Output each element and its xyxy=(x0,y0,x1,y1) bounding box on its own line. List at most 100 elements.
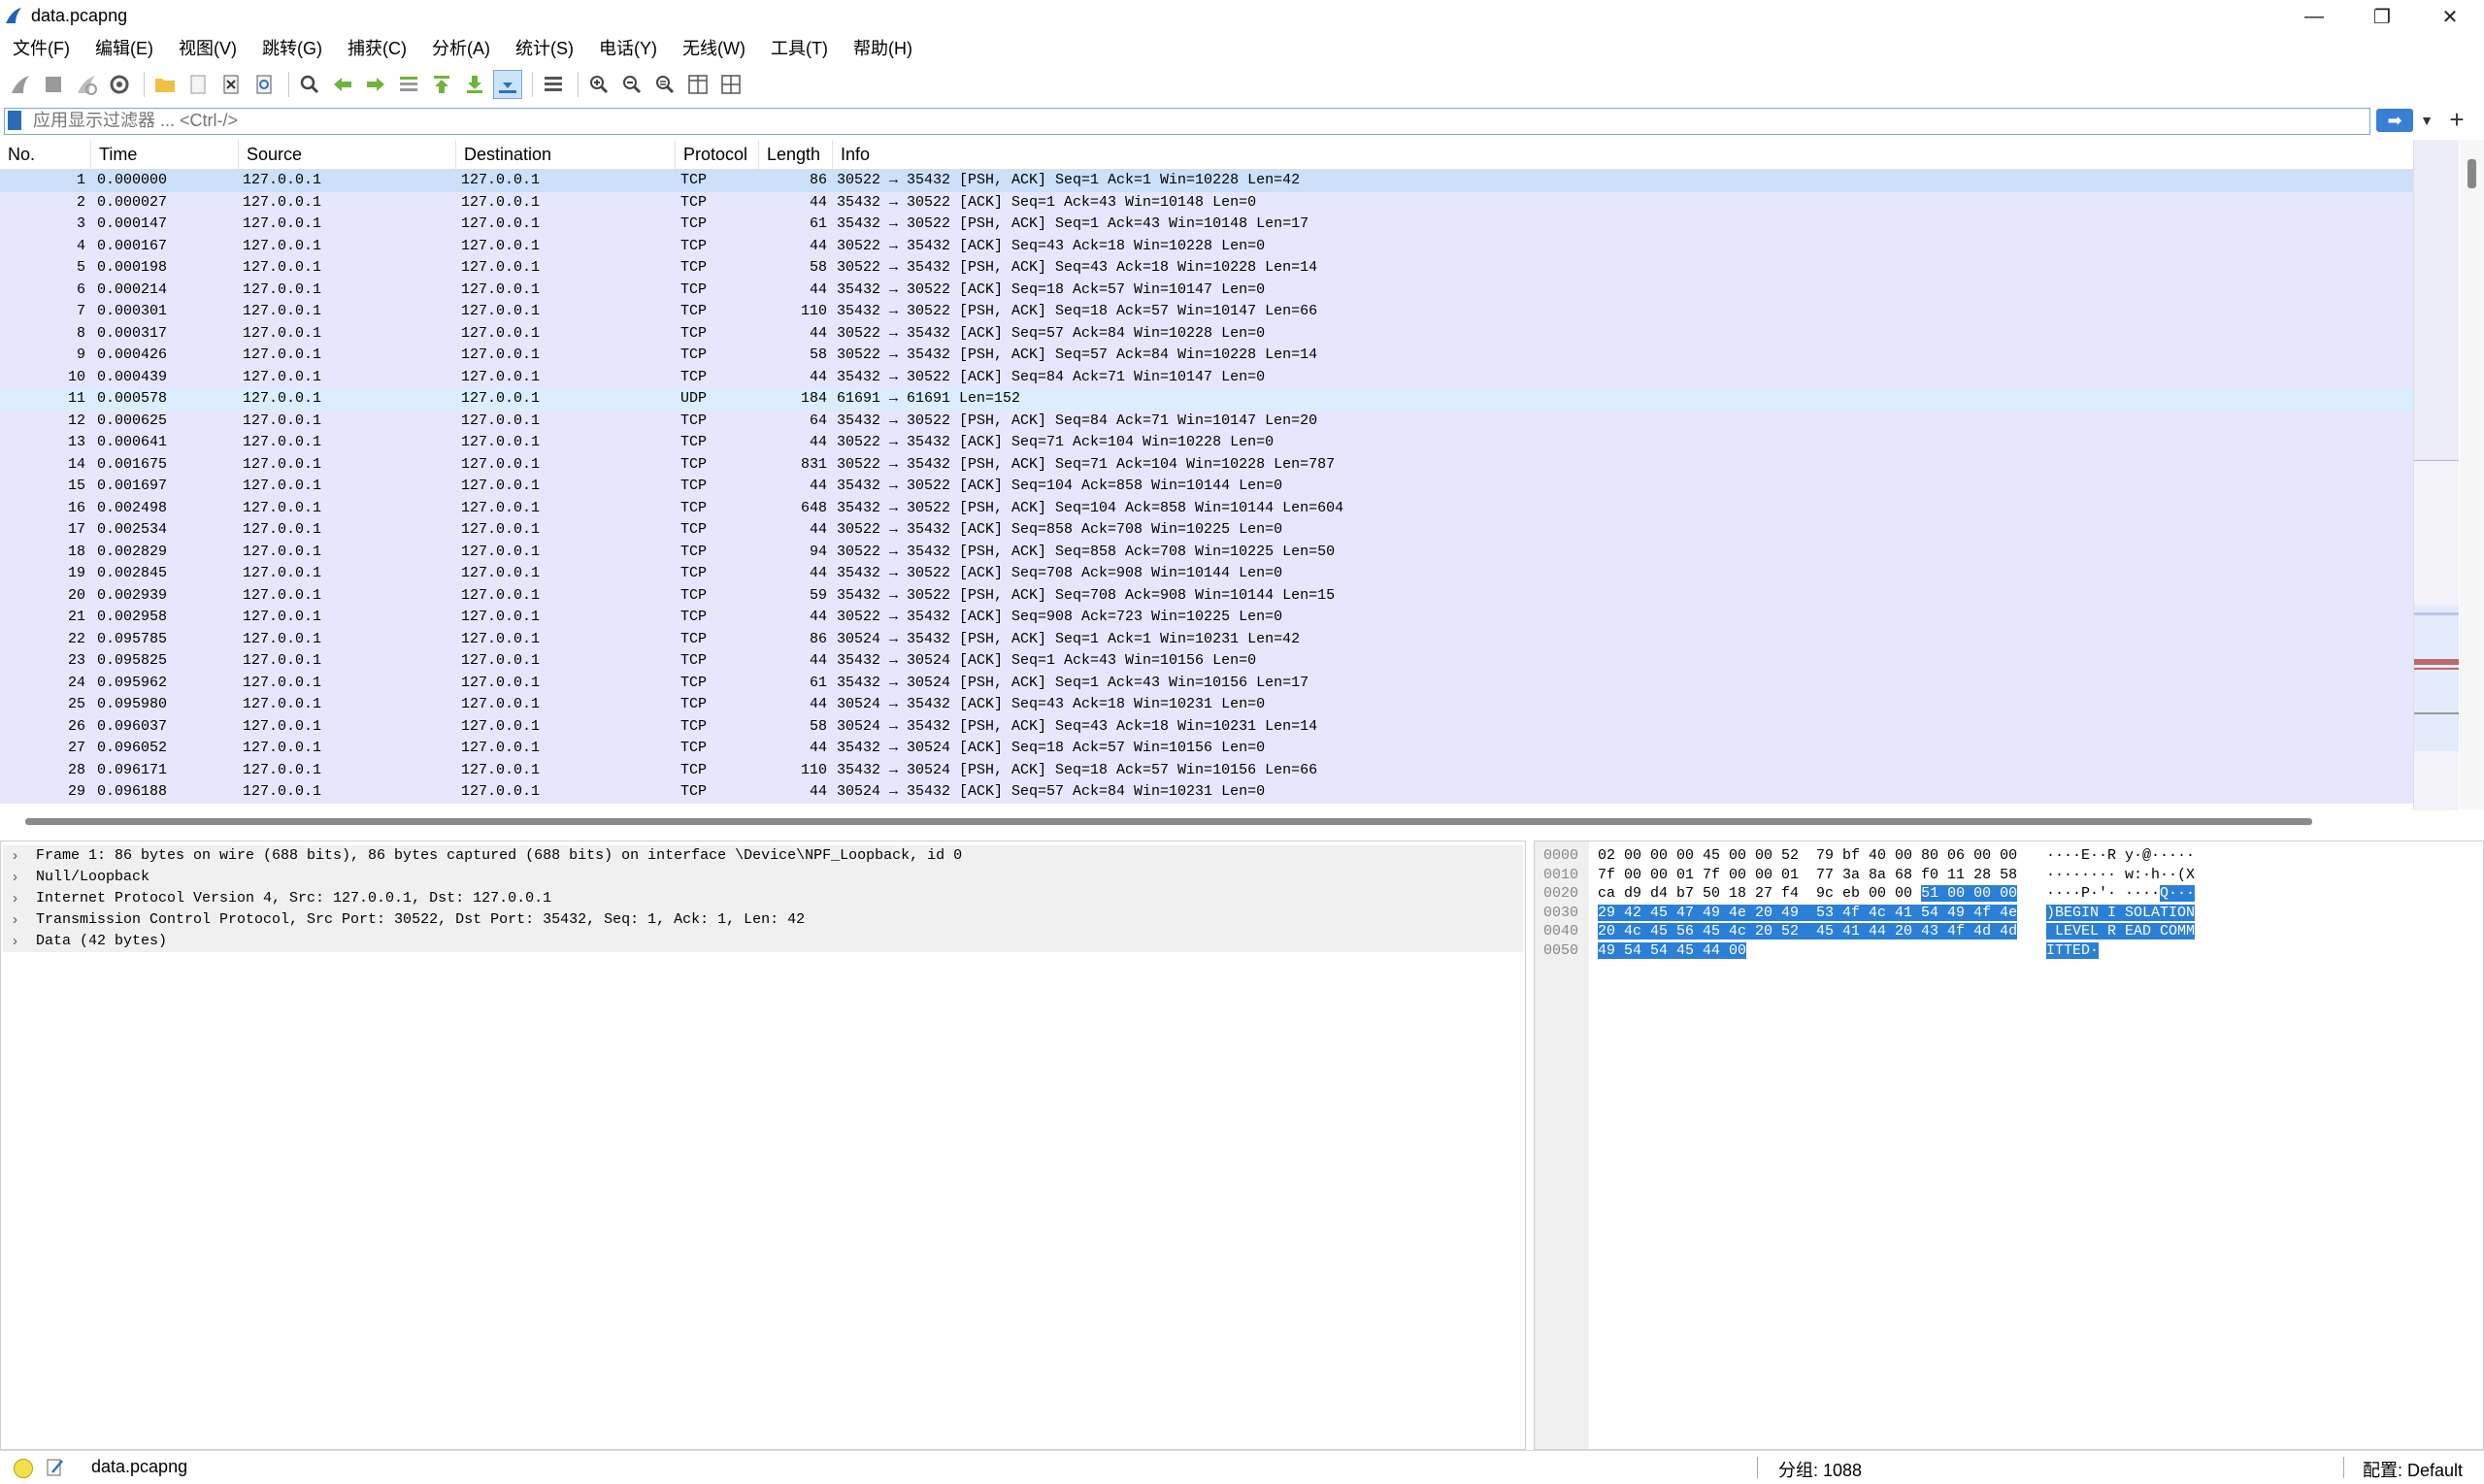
minimize-button[interactable]: — xyxy=(2280,0,2348,33)
menu-file[interactable]: 文件(F) xyxy=(0,35,83,62)
ascii-bytes[interactable]: LEVEL R EAD COMM xyxy=(2046,922,2196,941)
apply-filter-button[interactable]: ➡ xyxy=(2376,109,2413,132)
open-file-button[interactable] xyxy=(150,70,180,99)
packet-row[interactable]: 24 0.095962 127.0.0.1 127.0.0.1 TCP 61 35432 →… xyxy=(0,672,2413,694)
layout-button[interactable] xyxy=(716,70,745,99)
packet-row[interactable]: 18 0.002829 127.0.0.1 127.0.0.1 TCP 94 30522 →… xyxy=(0,541,2413,563)
packet-row[interactable]: 28 0.096171 127.0.0.1 127.0.0.1 TCP 110 35432 … xyxy=(0,759,2413,781)
menu-tools[interactable]: 工具(T) xyxy=(758,35,841,62)
chevron-right-icon[interactable]: › xyxy=(13,931,17,952)
packet-list[interactable]: 1 0.000000 127.0.0.1 127.0.0.1 TCP 86 30522 → … xyxy=(0,170,2413,810)
add-filter-button-button[interactable]: + xyxy=(2442,105,2471,134)
display-filter-input[interactable] xyxy=(33,109,2343,132)
last-packet-button[interactable] xyxy=(460,70,489,99)
hex-bytes[interactable]: 49 54 54 45 44 00 xyxy=(1598,941,1747,961)
hex-bytes[interactable]: ca d9 d4 b7 50 18 27 f4 9c eb 00 00 51 0… xyxy=(1598,884,2018,904)
packet-row[interactable]: 10 0.000439 127.0.0.1 127.0.0.1 TCP 44 35432 →… xyxy=(0,366,2413,388)
capture-options-button[interactable] xyxy=(105,70,134,99)
start-capture-button[interactable] xyxy=(6,70,35,99)
ascii-bytes[interactable]: ····E··R y·@····· xyxy=(2046,846,2195,866)
packet-row[interactable]: 12 0.000625 127.0.0.1 127.0.0.1 TCP 64 35432 →… xyxy=(0,410,2413,432)
zoom-reset-button[interactable] xyxy=(650,70,679,99)
packet-row[interactable]: 8 0.000317 127.0.0.1 127.0.0.1 TCP 44 30522 → … xyxy=(0,322,2413,345)
menu-wireless[interactable]: 无线(W) xyxy=(670,35,758,62)
find-packet-button[interactable] xyxy=(295,70,324,99)
menu-help[interactable]: 帮助(H) xyxy=(841,35,925,62)
detail-tree-item[interactable]: › Data (42 bytes) xyxy=(3,931,1523,952)
column-header-no[interactable]: No. xyxy=(0,140,91,169)
packet-row[interactable]: 27 0.096052 127.0.0.1 127.0.0.1 TCP 44 35432 →… xyxy=(0,738,2413,760)
column-header-destination[interactable]: Destination xyxy=(456,140,676,169)
column-header-protocol[interactable]: Protocol xyxy=(676,140,759,169)
packet-row[interactable]: 6 0.000214 127.0.0.1 127.0.0.1 TCP 44 35432 → … xyxy=(0,279,2413,301)
hex-bytes[interactable]: 02 00 00 00 45 00 00 52 79 bf 40 00 80 0… xyxy=(1598,846,2017,866)
packet-row[interactable]: 16 0.002498 127.0.0.1 127.0.0.1 TCP 648 35432 … xyxy=(0,497,2413,519)
capture-comment-icon[interactable] xyxy=(45,1457,66,1478)
menu-edit[interactable]: 编辑(E) xyxy=(83,35,166,62)
vertical-scroll-thumb[interactable] xyxy=(2467,159,2476,188)
go-back-button[interactable] xyxy=(328,70,357,99)
packet-row[interactable]: 22 0.095785 127.0.0.1 127.0.0.1 TCP 86 30524 →… xyxy=(0,628,2413,650)
packet-row[interactable]: 13 0.000641 127.0.0.1 127.0.0.1 TCP 44 30522 →… xyxy=(0,432,2413,454)
chevron-right-icon[interactable]: › xyxy=(13,909,17,931)
menu-go[interactable]: 跳转(G) xyxy=(249,35,335,62)
close-button[interactable]: ✕ xyxy=(2416,0,2484,33)
status-profile[interactable]: 配置: Default xyxy=(2363,1457,2463,1482)
chevron-right-icon[interactable]: › xyxy=(13,845,17,867)
restart-capture-button[interactable] xyxy=(72,70,101,99)
filter-history-dropdown[interactable]: ▼ xyxy=(2415,109,2438,132)
ascii-bytes[interactable]: ····P·'· ····Q··· xyxy=(2046,884,2196,904)
go-forward-button[interactable] xyxy=(361,70,390,99)
save-file-button[interactable] xyxy=(183,70,213,99)
detail-tree-item[interactable]: › Null/Loopback xyxy=(3,867,1523,888)
packet-row[interactable]: 3 0.000147 127.0.0.1 127.0.0.1 TCP 61 35432 → … xyxy=(0,214,2413,236)
colorize-button[interactable] xyxy=(539,70,568,99)
packet-row[interactable]: 25 0.095980 127.0.0.1 127.0.0.1 TCP 44 30524 →… xyxy=(0,694,2413,716)
packet-row[interactable]: 23 0.095825 127.0.0.1 127.0.0.1 TCP 44 35432 →… xyxy=(0,650,2413,673)
packet-row[interactable]: 4 0.000167 127.0.0.1 127.0.0.1 TCP 44 30522 → … xyxy=(0,235,2413,257)
column-header-source[interactable]: Source xyxy=(239,140,456,169)
chevron-right-icon[interactable]: › xyxy=(13,888,17,909)
chevron-right-icon[interactable]: › xyxy=(13,867,17,888)
column-header-info[interactable]: Info xyxy=(833,140,2413,169)
detail-tree-item[interactable]: › Frame 1: 86 bytes on wire (688 bits), 8… xyxy=(3,845,1523,867)
ascii-bytes[interactable]: ITTED· xyxy=(2046,941,2100,961)
menu-statistics[interactable]: 统计(S) xyxy=(503,35,586,62)
menu-view[interactable]: 视图(V) xyxy=(166,35,249,62)
ascii-bytes[interactable]: )BEGIN I SOLATION xyxy=(2046,904,2196,923)
packet-row[interactable]: 15 0.001697 127.0.0.1 127.0.0.1 TCP 44 35432 →… xyxy=(0,476,2413,498)
hex-bytes[interactable]: 29 42 45 47 49 4e 20 49 53 4f 4c 41 54 4… xyxy=(1598,904,2018,923)
packet-row[interactable]: 20 0.002939 127.0.0.1 127.0.0.1 TCP 59 35432 →… xyxy=(0,584,2413,607)
bookmark-icon[interactable] xyxy=(8,111,21,130)
menu-capture[interactable]: 捕获(C) xyxy=(335,35,419,62)
packet-row[interactable]: 5 0.000198 127.0.0.1 127.0.0.1 TCP 58 30522 → … xyxy=(0,257,2413,280)
expert-info-icon[interactable] xyxy=(14,1459,33,1478)
packet-row[interactable]: 11 0.000578 127.0.0.1 127.0.0.1 UDP 184 61691 … xyxy=(0,388,2413,411)
packet-row[interactable]: 9 0.000426 127.0.0.1 127.0.0.1 TCP 58 30522 → … xyxy=(0,345,2413,367)
packet-row[interactable]: 19 0.002845 127.0.0.1 127.0.0.1 TCP 44 35432 →… xyxy=(0,563,2413,585)
resize-columns-button[interactable] xyxy=(683,70,712,99)
reload-file-button[interactable] xyxy=(249,70,279,99)
packet-row[interactable]: 2 0.000027 127.0.0.1 127.0.0.1 TCP 44 35432 → … xyxy=(0,191,2413,214)
zoom-out-button[interactable] xyxy=(617,70,646,99)
detail-tree-item[interactable]: › Internet Protocol Version 4, Src: 127.0… xyxy=(3,888,1523,909)
first-packet-button[interactable] xyxy=(427,70,456,99)
packet-row[interactable]: 7 0.000301 127.0.0.1 127.0.0.1 TCP 110 35432 →… xyxy=(0,301,2413,323)
ascii-bytes[interactable]: ········ w:·h··(X xyxy=(2046,866,2195,885)
column-header-length[interactable]: Length xyxy=(759,140,833,169)
packet-row[interactable]: 29 0.096188 127.0.0.1 127.0.0.1 TCP 44 30524 →… xyxy=(0,781,2413,804)
restore-button[interactable]: ❐ xyxy=(2348,0,2416,33)
vertical-scrollbar[interactable] xyxy=(2460,140,2484,809)
menu-telephony[interactable]: 电话(Y) xyxy=(586,35,670,62)
detail-tree-item[interactable]: › Transmission Control Protocol, Src Port… xyxy=(3,909,1523,931)
auto-scroll-button[interactable] xyxy=(493,70,522,99)
menu-analyze[interactable]: 分析(A) xyxy=(419,35,503,62)
column-header-time[interactable]: Time xyxy=(91,140,239,169)
packet-row[interactable]: 21 0.002958 127.0.0.1 127.0.0.1 TCP 44 30522 →… xyxy=(0,607,2413,629)
zoom-in-button[interactable] xyxy=(584,70,613,99)
packet-row[interactable]: 26 0.096037 127.0.0.1 127.0.0.1 TCP 58 30524 →… xyxy=(0,715,2413,738)
packet-row[interactable]: 17 0.002534 127.0.0.1 127.0.0.1 TCP 44 30522 →… xyxy=(0,519,2413,542)
go-to-packet-button[interactable] xyxy=(394,70,423,99)
hex-bytes[interactable]: 20 4c 45 56 45 4c 20 52 45 41 44 20 43 4… xyxy=(1598,922,2018,941)
stop-capture-button[interactable] xyxy=(39,70,68,99)
